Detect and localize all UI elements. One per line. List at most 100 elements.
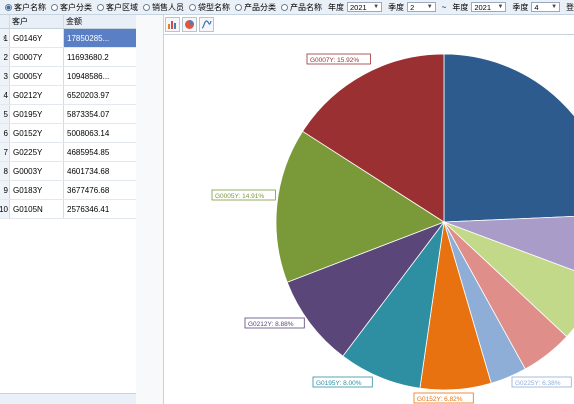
amount-cell[interactable]: 3677476.68 <box>64 181 136 199</box>
amount-cell[interactable]: 2576346.41 <box>64 200 136 218</box>
table-row[interactable]: 5 G0195Y 5873354.07 <box>0 105 136 124</box>
select-value: 2021 <box>350 2 367 12</box>
table-row[interactable]: 6 G0152Y 5008063.14 <box>0 124 136 143</box>
row-number-text: 10 <box>0 204 8 214</box>
row-number-text: 7 <box>3 147 8 157</box>
radio-group-by-3[interactable]: 销售人员 <box>143 2 184 13</box>
customer-cell[interactable]: G0007Y <box>10 48 64 66</box>
row-number-text: 5 <box>3 109 8 119</box>
radio-label: 客户名称 <box>14 2 46 12</box>
row-number-text: 9 <box>3 185 8 195</box>
customer-cell[interactable]: G0225Y <box>10 143 64 161</box>
row-number: 2 <box>0 48 10 66</box>
row-number: › 1 <box>0 29 10 47</box>
row-number: 8 <box>0 162 10 180</box>
line-chart-icon <box>201 20 212 29</box>
bar-chart-button[interactable] <box>165 17 180 32</box>
row-number: 4 <box>0 86 10 104</box>
radio-group-by-2[interactable]: 客户区域 <box>97 2 138 13</box>
row-number: 6 <box>0 124 10 142</box>
radio-label: 销售人员 <box>152 2 184 12</box>
chevron-down-icon: ▼ <box>551 4 558 10</box>
radio-group-by-5[interactable]: 产品分类 <box>235 2 276 13</box>
range-separator: ~ <box>441 2 447 12</box>
radio-label: 产品分类 <box>244 2 276 12</box>
table-row[interactable]: 9 G0183Y 3677476.68 <box>0 181 136 200</box>
row-number-text: 3 <box>3 71 8 81</box>
amount-cell[interactable]: 4685954.85 <box>64 143 136 161</box>
chart-type-toolbar <box>165 15 216 34</box>
radio-button[interactable] <box>281 3 288 11</box>
year-to-select[interactable]: 2021 ▼ <box>471 2 507 12</box>
select-value: 2 <box>410 2 415 12</box>
login-label: 登 <box>566 2 574 12</box>
quarter-to-label: 季度 <box>512 2 529 12</box>
chevron-down-icon: ▼ <box>426 4 433 10</box>
row-number: 3 <box>0 67 10 85</box>
customer-cell[interactable]: G0005Y <box>10 67 64 85</box>
chevron-down-icon: ▼ <box>373 4 380 10</box>
quarter-from-select[interactable]: 2 ▼ <box>407 2 436 12</box>
grid-footer <box>0 393 136 404</box>
row-number-text: 2 <box>3 52 8 62</box>
line-chart-button[interactable] <box>199 17 214 32</box>
filter-toolbar: 客户名称 客户分类 客户区域 销售人员 袋型名称 产品分类 产品名称 年度 2021 ▼ 季度 2 ▼ ~… <box>0 0 574 15</box>
radio-group-by-0[interactable]: 客户名称 <box>5 2 46 13</box>
row-number-text: 6 <box>3 128 8 138</box>
radio-group-by-6[interactable]: 产品名称 <box>281 2 322 13</box>
year-from-select[interactable]: 2021 ▼ <box>347 2 383 12</box>
amount-cell[interactable]: 17850285... <box>64 29 136 47</box>
select-value: 4 <box>534 2 539 12</box>
splitter[interactable] <box>136 15 163 404</box>
year-from-label: 年度 <box>328 2 344 12</box>
amount-cell[interactable]: 5008063.14 <box>64 124 136 142</box>
customer-cell[interactable]: G0183Y <box>10 181 64 199</box>
amount-cell[interactable]: 6520203.97 <box>64 86 136 104</box>
row-number: 9 <box>0 181 10 199</box>
radio-button[interactable] <box>143 3 150 11</box>
row-number-text: 4 <box>3 90 8 100</box>
customer-cell[interactable]: G0003Y <box>10 162 64 180</box>
radio-button[interactable] <box>235 3 242 11</box>
amount-cell[interactable]: 5873354.07 <box>64 105 136 123</box>
quarter-to-select[interactable]: 4 ▼ <box>531 2 561 12</box>
amount-cell[interactable]: 11693680.2 <box>64 48 136 66</box>
table-row[interactable]: › 1 G0146Y 17850285... <box>0 29 136 48</box>
radio-button[interactable] <box>51 3 58 11</box>
customer-cell[interactable]: G0212Y <box>10 86 64 104</box>
grid-header: 客户 金额 <box>0 15 136 29</box>
row-number: 10 <box>0 200 10 218</box>
bar-chart-icon <box>168 21 176 29</box>
radio-group-by-1[interactable]: 客户分类 <box>51 2 92 13</box>
pie-chart-button[interactable] <box>182 17 197 32</box>
row-indicator-icon: › <box>3 34 6 42</box>
amount-cell[interactable]: 10948586... <box>64 67 136 85</box>
header-corner <box>0 15 10 28</box>
table-row[interactable]: 10G0105N2576346.41 <box>0 200 136 219</box>
table-row[interactable]: 7 G0225Y 4685954.85 <box>0 143 136 162</box>
quarter-from-label: 季度 <box>388 2 405 12</box>
row-number: 7 <box>0 143 10 161</box>
customer-cell[interactable]: G0152Y <box>10 124 64 142</box>
select-value: 2021 <box>474 2 492 12</box>
radio-label: 袋型名称 <box>198 2 230 12</box>
radio-label: 产品名称 <box>290 2 322 12</box>
column-header-customer[interactable]: 客户 <box>10 15 64 28</box>
radio-button[interactable] <box>97 3 104 11</box>
table-row[interactable]: 2 G0007Y 11693680.2 <box>0 48 136 67</box>
customer-cell[interactable]: G0146Y <box>10 29 64 47</box>
customer-amount-grid: 客户 金额 › 1 G0146Y 17850285... 2 G0007Y 11693680… <box>0 15 137 404</box>
row-number: 5 <box>0 105 10 123</box>
column-header-amount[interactable]: 金额 <box>64 15 136 28</box>
row-number-text: 8 <box>3 166 8 176</box>
table-row[interactable]: 8 G0003Y 4601734.68 <box>0 162 136 181</box>
customer-cell[interactable]: G0105N <box>10 200 64 218</box>
radio-button[interactable] <box>189 3 196 11</box>
radio-button[interactable] <box>5 3 12 11</box>
radio-label: 客户分类 <box>60 2 92 12</box>
customer-cell[interactable]: G0195Y <box>10 105 64 123</box>
table-row[interactable]: 4 G0212Y 6520203.97 <box>0 86 136 105</box>
table-row[interactable]: 3 G0005Y 10948586... <box>0 67 136 86</box>
amount-cell[interactable]: 4601734.68 <box>64 162 136 180</box>
radio-group-by-4[interactable]: 袋型名称 <box>189 2 230 13</box>
